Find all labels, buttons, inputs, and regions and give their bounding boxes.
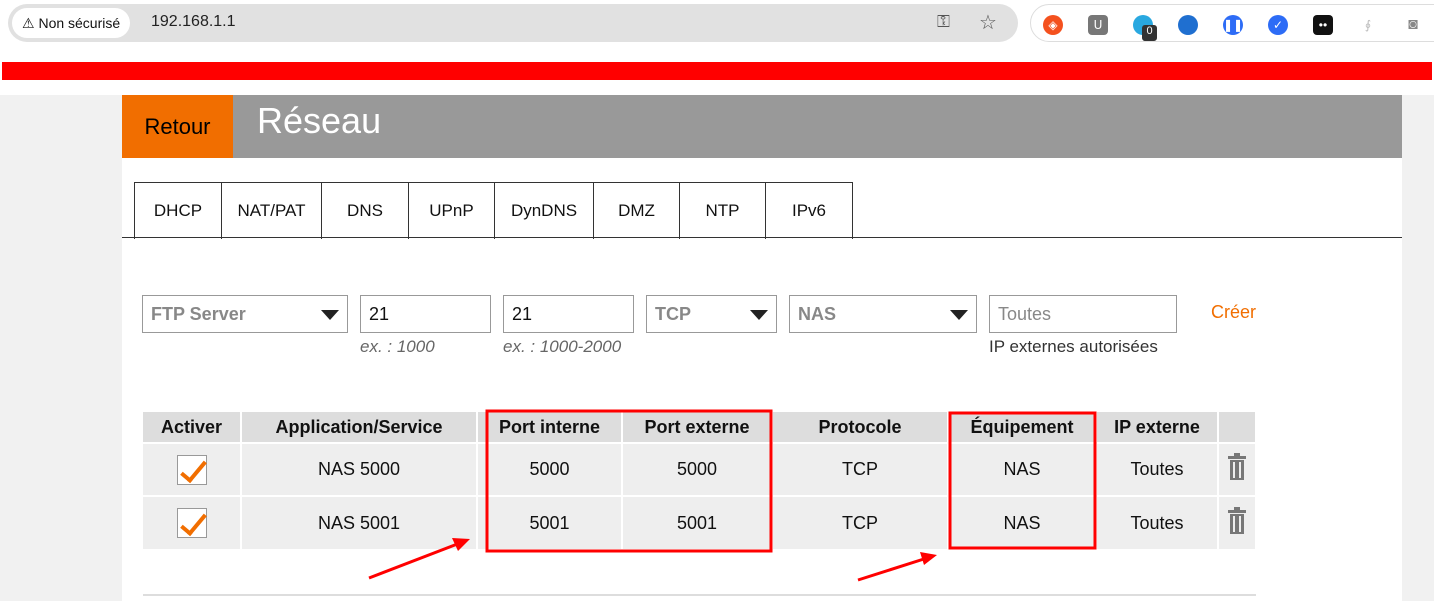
annotation-arrow: [368, 538, 470, 580]
annotation-arrow: [857, 552, 937, 582]
highlight-box-ports: [485, 409, 773, 553]
annotation-overlay: [368, 409, 1097, 582]
highlight-box-device: [948, 411, 1097, 550]
